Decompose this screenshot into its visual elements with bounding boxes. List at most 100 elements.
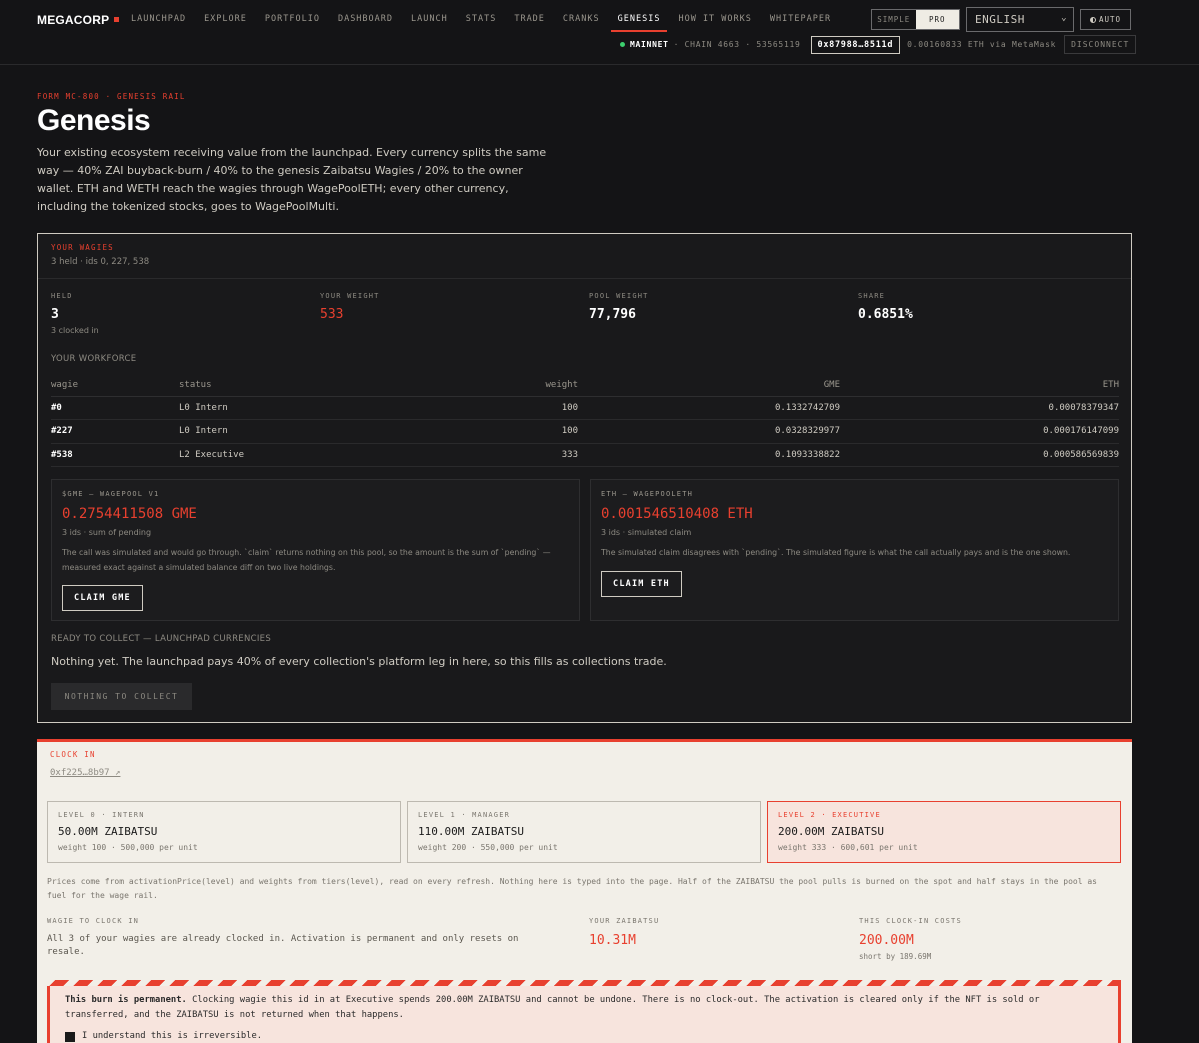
your-zaibatsu-label: YOUR ZAIBATSU (589, 917, 660, 925)
nav-dashboard[interactable]: DASHBOARD (338, 14, 393, 32)
nothing-to-collect-button[interactable]: NOTHING TO COLLECT (51, 683, 192, 710)
level-detail: weight 333 · 600,601 per unit (778, 843, 918, 852)
chain-info: · CHAIN 4663 · 53565119 (673, 40, 801, 49)
confirm-checkbox-row[interactable]: I understand this is irreversible. (65, 1029, 1103, 1043)
ready-to-collect-label: READY TO COLLECT — LAUNCHPAD CURRENCIES (51, 634, 272, 644)
level-title: LEVEL 1 · MANAGER (418, 811, 511, 819)
claim-eth-button[interactable]: CLAIM ETH (601, 570, 682, 597)
brand-logo[interactable]: MEGACORP (37, 13, 120, 27)
network-status-dot (620, 42, 625, 47)
stat-weight-value: 533 (320, 307, 344, 322)
col-status: status (179, 374, 379, 397)
stat-held-value: 3 (51, 307, 59, 322)
clock-in-cost: THIS CLOCK-IN COSTS 200.00M short by 189… (859, 917, 962, 961)
pool-eth-amount: 0.001546510408 ETH (601, 506, 753, 522)
pool-eth-desc: The simulated claim disagrees with `pend… (601, 548, 1071, 557)
mode-pro-button[interactable]: PRO (915, 10, 959, 29)
nav-launch[interactable]: LAUNCH (411, 14, 448, 32)
stat-held-label: HELD (51, 292, 73, 300)
nav-portfolio[interactable]: PORTFOLIO (265, 14, 320, 32)
cell-status: L0 Intern (179, 419, 379, 444)
language-select[interactable]: ENGLISH ⌄ (966, 7, 1074, 32)
mode-toggle: SIMPLE PRO (871, 9, 960, 30)
language-value: ENGLISH (975, 13, 1025, 26)
pool-gme-amount: 0.2754411508 GME (62, 506, 197, 522)
nav-cranks[interactable]: CRANKS (563, 14, 600, 32)
form-tag: FORM MC-800 · GENESIS RAIL (37, 92, 186, 101)
level-0-option[interactable]: LEVEL 0 · INTERN 50.00M ZAIBATSU weight … (47, 801, 401, 863)
clock-in-card: CLOCK IN 0xf225…8b97 ↗ LEVEL 0 · INTERN … (37, 739, 1132, 1043)
cell-weight: 333 (379, 443, 578, 467)
nav-genesis[interactable]: GENESIS (610, 14, 668, 32)
stat-weight-label: YOUR WEIGHT (320, 292, 380, 300)
prices-note: Prices come from activationPrice(level) … (47, 877, 1097, 900)
burn-warning: This burn is permanent. Clocking wagie t… (47, 986, 1121, 1043)
cell-wagie: #538 (51, 443, 179, 467)
wallet-bar: MAINNET · CHAIN 4663 · 53565119 0x87988…… (620, 35, 1137, 54)
col-eth: ETH (840, 374, 1119, 397)
level-detail: weight 200 · 550,000 per unit (418, 843, 558, 852)
contrast-icon (1089, 17, 1096, 23)
stat-held: HELD 3 3 clocked in (51, 292, 99, 335)
nav-explore[interactable]: EXPLORE (204, 14, 247, 32)
cell-weight: 100 (379, 396, 578, 420)
workforce-label: YOUR WORKFORCE (51, 354, 137, 364)
cell-eth: 0.00078379347 (840, 396, 1119, 420)
cell-gme: 0.1093338822 (578, 443, 840, 467)
clock-in-cost-value: 200.00M (859, 933, 914, 948)
wagie-to-clock-in: WAGIE TO CLOCK IN All 3 of your wagies a… (47, 917, 557, 959)
stat-share: SHARE 0.6851% (858, 292, 913, 322)
warning-bold: This burn is permanent. (65, 995, 187, 1005)
nav-how-it-works[interactable]: HOW IT WORKS (678, 14, 751, 32)
pool-gme-desc: The call was simulated and would go thro… (62, 548, 551, 572)
contract-link[interactable]: 0xf225…8b97 ↗ (50, 768, 120, 778)
cell-weight: 100 (379, 419, 578, 444)
wagies-header: YOUR WAGIES 3 held · ids 0, 227, 538 (38, 234, 1131, 279)
theme-toggle[interactable]: AUTO (1080, 9, 1131, 30)
stat-weight: YOUR WEIGHT 533 (320, 292, 380, 322)
pool-eth-sub: 3 ids · simulated claim (601, 528, 692, 537)
main-nav: LAUNCHPAD EXPLORE PORTFOLIO DASHBOARD LA… (131, 14, 849, 32)
page-title: Genesis (37, 104, 151, 137)
mode-simple-button[interactable]: SIMPLE (872, 10, 916, 29)
wagies-label: YOUR WAGIES (51, 243, 114, 252)
stat-pool-weight: POOL WEIGHT 77,796 (589, 292, 649, 322)
your-wagies-card: YOUR WAGIES 3 held · ids 0, 227, 538 HEL… (37, 233, 1132, 723)
cell-status: L2 Executive (179, 443, 379, 467)
nav-whitepaper[interactable]: WHITEPAPER (770, 14, 831, 32)
disconnect-button[interactable]: DISCONNECT (1064, 35, 1137, 54)
clock-in-label: CLOCK IN (50, 750, 96, 759)
col-wagie: wagie (51, 374, 179, 397)
pool-eth-title: ETH — WAGEPOOLETH (601, 490, 694, 498)
nav-stats[interactable]: STATS (466, 14, 497, 32)
workforce-table: wagie status weight GME ETH #0 L0 Intern… (51, 374, 1119, 467)
network-name: MAINNET (630, 40, 669, 49)
wallet-address[interactable]: 0x87988…8511d (810, 35, 901, 54)
cell-status: L0 Intern (179, 396, 379, 420)
table-row: #0 L0 Intern 100 0.1332742709 0.00078379… (51, 396, 1119, 420)
level-2-option[interactable]: LEVEL 2 · EXECUTIVE 200.00M ZAIBATSU wei… (767, 801, 1121, 863)
confirm-label: I understand this is irreversible. (82, 1031, 263, 1041)
cell-eth: 0.000176147099 (840, 419, 1119, 444)
warning-text: Clocking wagie this id in at Executive s… (65, 995, 1040, 1020)
brand-name[interactable]: MEGACORP (37, 13, 109, 27)
claim-gme-button[interactable]: CLAIM GME (62, 585, 143, 611)
your-zaibatsu: YOUR ZAIBATSU 10.31M (589, 917, 659, 948)
wagies-held-summary: 3 held · ids 0, 227, 538 (51, 257, 150, 267)
confirm-checkbox[interactable] (65, 1031, 75, 1042)
ready-to-collect-text: Nothing yet. The launchpad pays 40% of e… (51, 655, 667, 668)
nav-launchpad[interactable]: LAUNCHPAD (131, 14, 186, 32)
cell-eth: 0.000586569839 (840, 443, 1119, 467)
level-detail: weight 100 · 500,000 per unit (58, 843, 198, 852)
level-1-option[interactable]: LEVEL 1 · MANAGER 110.00M ZAIBATSU weigh… (407, 801, 761, 863)
level-price: 50.00M ZAIBATSU (58, 825, 158, 838)
col-weight: weight (379, 374, 578, 397)
nav-trade[interactable]: TRADE (514, 14, 545, 32)
table-row: #227 L0 Intern 100 0.0328329977 0.000176… (51, 419, 1119, 444)
level-price: 110.00M ZAIBATSU (418, 825, 524, 838)
stat-held-sub: 3 clocked in (51, 326, 99, 335)
your-zaibatsu-value: 10.31M (589, 933, 636, 948)
chevron-down-icon: ⌄ (1061, 13, 1067, 23)
table-row: #538 L2 Executive 333 0.1093338822 0.000… (51, 443, 1119, 467)
wagie-to-clock-in-text: All 3 of your wagies are already clocked… (47, 934, 519, 957)
